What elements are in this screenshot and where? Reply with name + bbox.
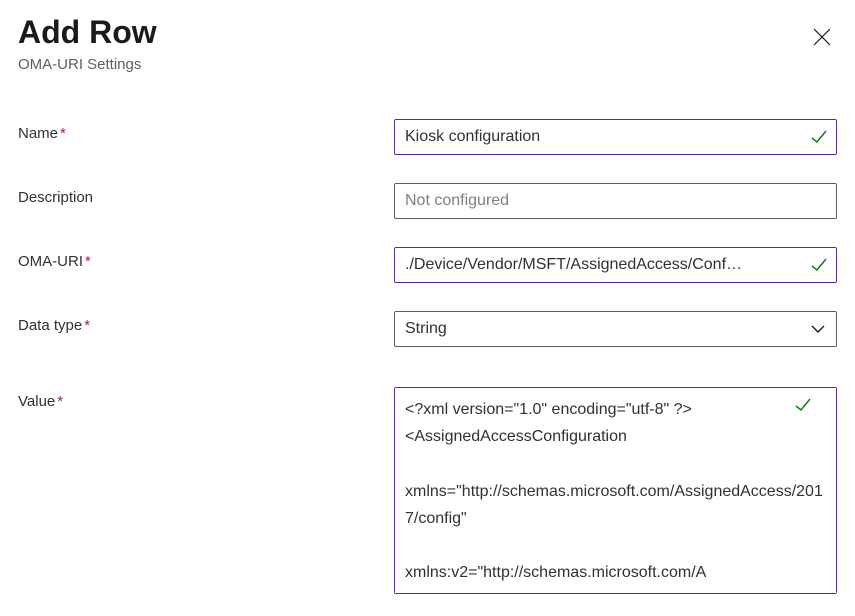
oma-uri-input-wrap: [394, 247, 837, 283]
oma-uri-input[interactable]: [395, 248, 810, 282]
value-textarea-wrap: [394, 387, 837, 594]
name-input[interactable]: [395, 120, 810, 154]
check-icon: [810, 256, 828, 274]
data-type-label: Data type*: [18, 311, 394, 334]
chevron-down-icon: [810, 321, 826, 337]
check-icon: [810, 128, 828, 146]
oma-uri-label: OMA-URI*: [18, 247, 394, 270]
data-type-select[interactable]: String: [394, 311, 837, 347]
required-asterisk: *: [85, 253, 91, 270]
page-title: Add Row: [18, 12, 157, 52]
check-icon: [794, 396, 812, 419]
page-subtitle: OMA-URI Settings: [18, 56, 157, 73]
required-asterisk: *: [84, 317, 90, 334]
description-label: Description: [18, 183, 394, 206]
required-asterisk: *: [60, 125, 66, 142]
description-input-wrap: [394, 183, 837, 219]
description-input[interactable]: [395, 184, 836, 218]
value-label: Value*: [18, 387, 394, 410]
name-label: Name*: [18, 119, 394, 142]
required-asterisk: *: [57, 393, 63, 410]
name-input-wrap: [394, 119, 837, 155]
close-icon: [813, 28, 831, 46]
close-button[interactable]: [807, 22, 837, 52]
value-textarea[interactable]: [395, 388, 836, 593]
data-type-value: String: [395, 312, 810, 346]
